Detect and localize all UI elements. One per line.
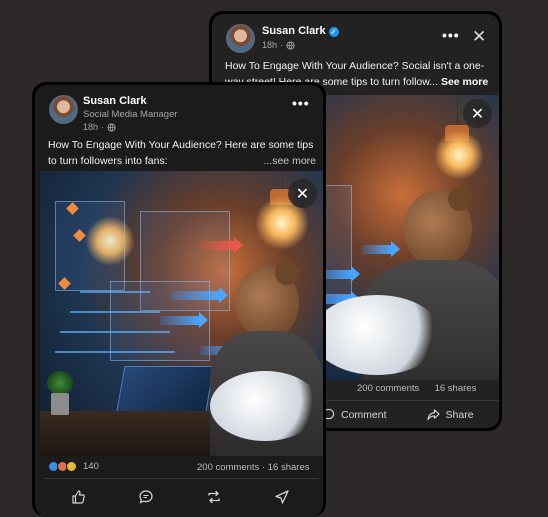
post-stats: 200 comments 16 shares xyxy=(357,383,476,394)
author-name[interactable]: Susan Clark xyxy=(83,95,147,107)
post-stats: 200 comments · 16 shares xyxy=(197,462,310,473)
see-more-link[interactable]: ...see more xyxy=(263,153,316,169)
share-button[interactable]: Share xyxy=(426,408,474,421)
like-icon[interactable] xyxy=(70,489,86,505)
post-time: 18h xyxy=(83,122,99,132)
post-time: 18h xyxy=(262,40,278,50)
reactions[interactable]: 140 xyxy=(48,461,99,472)
post-text: How To Engage With Your Audience? Here a… xyxy=(48,137,316,169)
send-icon[interactable] xyxy=(274,489,290,505)
post-meta: 18h · xyxy=(262,40,295,50)
close-icon[interactable]: ✕ xyxy=(472,27,486,47)
share-label: Share xyxy=(445,408,474,421)
avatar[interactable] xyxy=(226,24,255,53)
reactions-count: 140 xyxy=(83,461,99,472)
author-name[interactable]: Susan Clark ✓ xyxy=(262,25,339,37)
close-icon[interactable]: ✕ xyxy=(288,179,317,208)
comment-icon[interactable] xyxy=(138,489,154,505)
close-icon[interactable]: ✕ xyxy=(463,99,492,128)
author-title: Social Media Manager xyxy=(83,109,178,120)
globe-icon xyxy=(107,122,116,132)
post-meta: 18h · xyxy=(83,122,116,132)
more-icon[interactable]: ••• xyxy=(292,95,310,111)
comment-button[interactable]: Comment xyxy=(322,408,387,421)
comments-count[interactable]: 200 comments xyxy=(357,383,419,394)
post-image[interactable]: ✕ xyxy=(40,171,323,456)
shares-count[interactable]: 16 shares xyxy=(268,462,310,473)
post-actions xyxy=(70,489,290,505)
share-icon xyxy=(426,409,440,421)
comment-label: Comment xyxy=(341,408,387,421)
front-post-card: Susan Clark Social Media Manager 18h · •… xyxy=(32,82,326,517)
see-more-link[interactable]: See more xyxy=(441,76,488,88)
shares-count[interactable]: 16 shares xyxy=(435,383,477,394)
post-actions: Comment Share xyxy=(322,408,474,421)
comments-count[interactable]: 200 comments xyxy=(197,462,259,473)
insightful-reaction-icon xyxy=(66,461,77,472)
verified-icon: ✓ xyxy=(328,27,339,37)
repost-icon[interactable] xyxy=(206,489,222,505)
globe-icon xyxy=(286,40,295,50)
more-icon[interactable]: ••• xyxy=(442,27,460,43)
avatar[interactable] xyxy=(49,95,78,124)
author-name-text[interactable]: Susan Clark xyxy=(262,25,326,37)
